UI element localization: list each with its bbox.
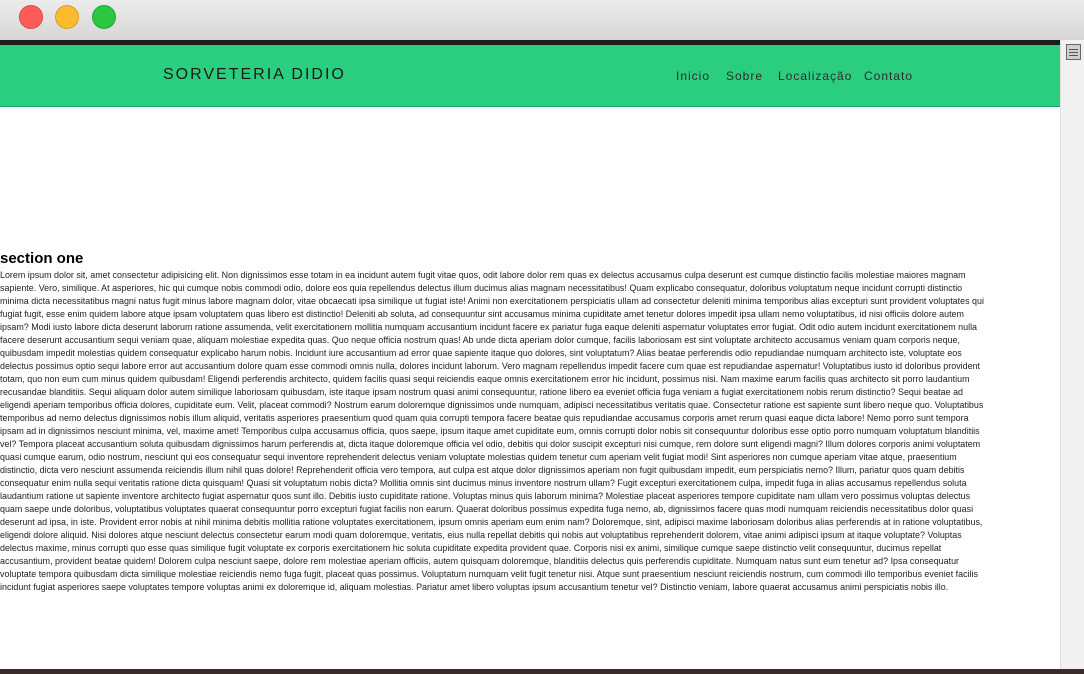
- close-window-button[interactable]: [19, 5, 43, 29]
- nav-link-localizacao[interactable]: Localização: [778, 69, 852, 83]
- nav-link-inicio[interactable]: Inicio: [676, 69, 710, 83]
- window-bottom-edge: [0, 669, 1084, 674]
- site-navbar: SORVETERIA DIDIO Inicio Sobre Localizaçã…: [0, 45, 1060, 107]
- minimize-window-button[interactable]: [55, 5, 79, 29]
- section-one: section one Lorem ipsum dolor sit, amet …: [0, 249, 1060, 594]
- grip-line-icon: [1069, 52, 1078, 53]
- browser-window: SORVETERIA DIDIO Inicio Sobre Localizaçã…: [0, 0, 1084, 674]
- section-title: section one: [0, 250, 84, 267]
- site-brand[interactable]: SORVETERIA DIDIO: [163, 66, 346, 84]
- scrollbar-handle[interactable]: [1066, 44, 1081, 60]
- section-body-text: Lorem ipsum dolor sit, amet consectetur …: [0, 270, 984, 593]
- window-titlebar[interactable]: [0, 0, 1084, 41]
- grip-line-icon: [1069, 49, 1078, 50]
- page-viewport: SORVETERIA DIDIO Inicio Sobre Localizaçã…: [0, 45, 1060, 674]
- nav-link-sobre[interactable]: Sobre: [726, 69, 763, 83]
- vertical-scrollbar[interactable]: [1060, 40, 1084, 674]
- zoom-window-button[interactable]: [92, 5, 116, 29]
- nav-link-contato[interactable]: Contato: [864, 69, 913, 83]
- grip-line-icon: [1069, 55, 1078, 56]
